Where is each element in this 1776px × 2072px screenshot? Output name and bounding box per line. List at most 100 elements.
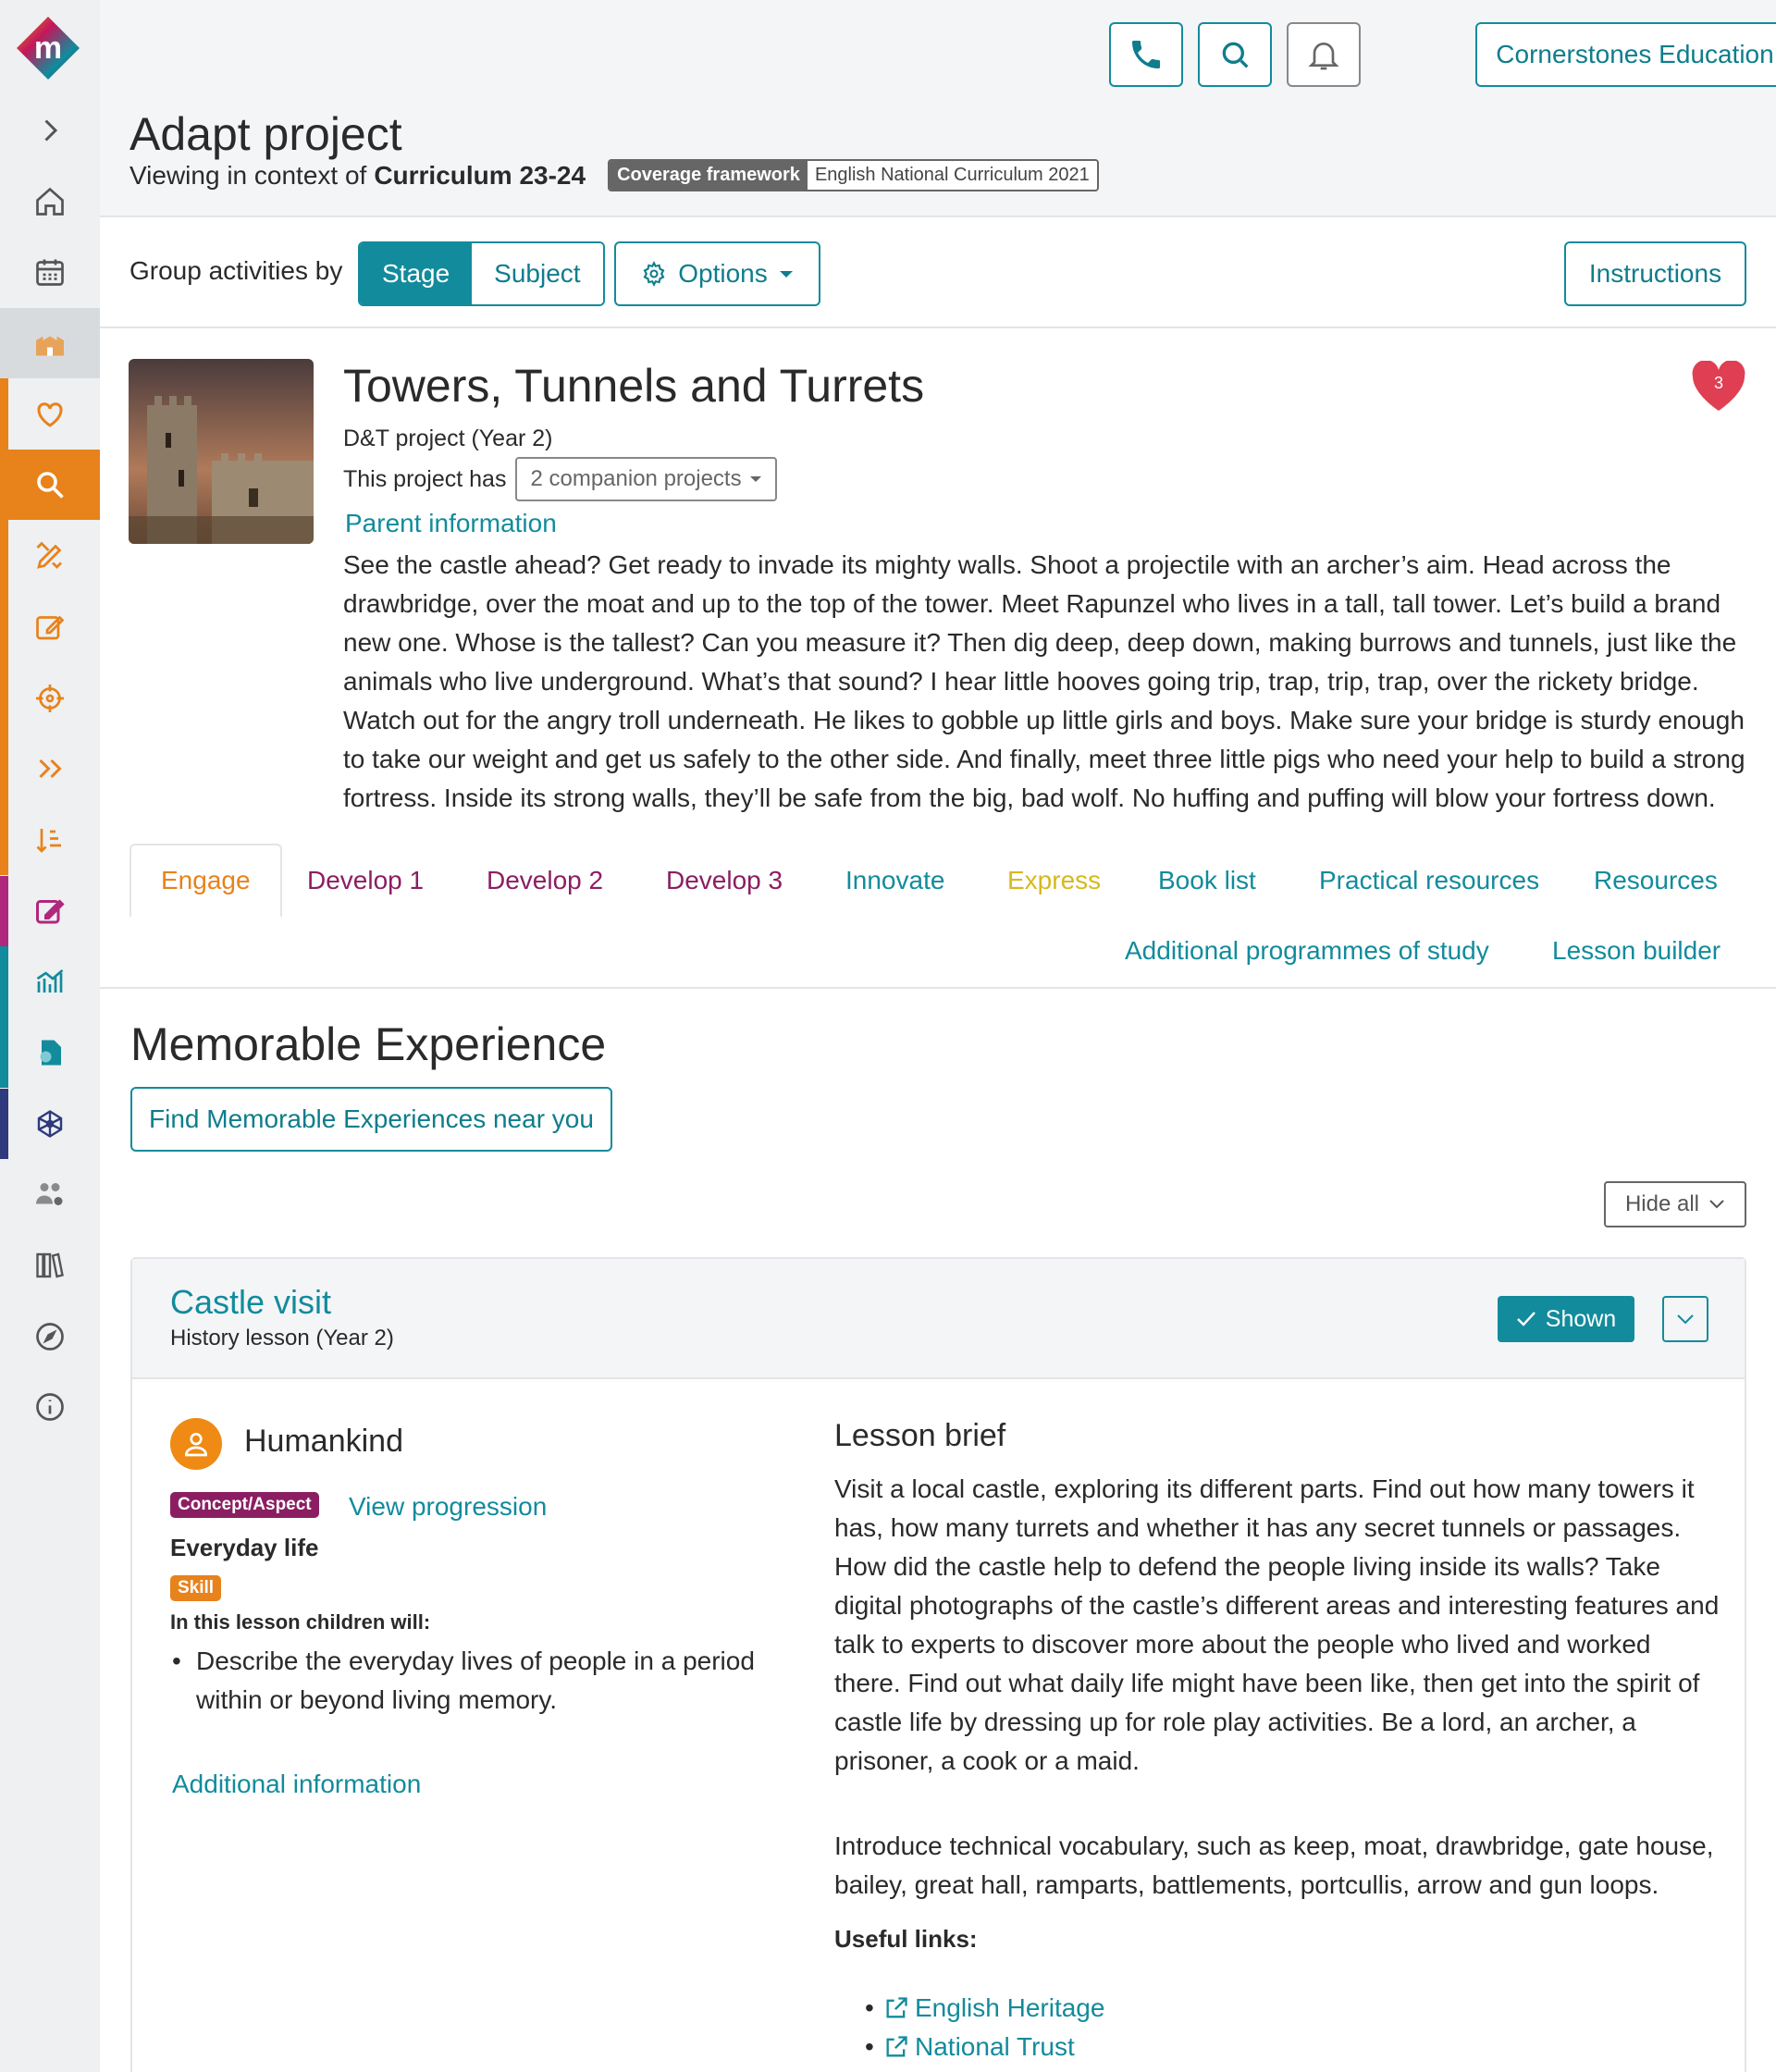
double-chevron-icon[interactable]: [0, 734, 100, 804]
bullet: •: [865, 1993, 874, 2022]
edit-note-icon[interactable]: [0, 876, 100, 946]
target-icon[interactable]: [0, 663, 100, 734]
aspect-name: Everyday life: [170, 1534, 319, 1561]
home-icon[interactable]: [0, 166, 100, 237]
options-button[interactable]: Options: [614, 241, 820, 306]
tab-book-list[interactable]: Book list: [1158, 866, 1256, 895]
section-title: Memorable Experience: [130, 1018, 607, 1070]
caret-down-icon: [779, 271, 793, 278]
chart-icon[interactable]: [0, 946, 100, 1017]
curriculum-context: Viewing in context of Curriculum 23-24 C…: [130, 159, 1099, 191]
gear-icon: [643, 261, 665, 287]
users-settings-icon[interactable]: [0, 1159, 100, 1229]
lesson-card: Castle visit History lesson (Year 2) Sho…: [130, 1257, 1746, 2072]
project-description: See the castle ahead? Get ready to invad…: [343, 550, 1745, 812]
link-label: National Trust: [915, 2032, 1075, 2061]
group-by-toggle: Stage Subject: [358, 241, 605, 306]
tab-practical-resources[interactable]: Practical resources: [1319, 866, 1539, 895]
search-icon: [1222, 42, 1249, 68]
person-icon: [170, 1418, 222, 1470]
calendar-icon[interactable]: [0, 237, 100, 307]
children-will-label: In this lesson children will:: [170, 1610, 431, 1634]
sidebar: m: [0, 0, 100, 2072]
shown-toggle-button[interactable]: Shown: [1498, 1296, 1634, 1342]
companion-projects-dropdown[interactable]: 2 companion projects: [515, 457, 777, 501]
context-prefix: Viewing in context of: [130, 160, 367, 190]
heart-icon[interactable]: [0, 379, 100, 450]
lesson-brief-title: Lesson brief: [834, 1418, 1006, 1453]
instructions-button[interactable]: Instructions: [1564, 241, 1746, 306]
project-title: Towers, Tunnels and Turrets: [343, 360, 925, 412]
library-icon[interactable]: [0, 1230, 100, 1301]
tab-lesson-builder[interactable]: Lesson builder: [1552, 936, 1720, 966]
chevron-down-icon: [1677, 1314, 1694, 1325]
tab-engage[interactable]: Engage: [130, 844, 282, 918]
companion-prefix: This project has: [343, 465, 507, 492]
find-memorable-experiences-button[interactable]: Find Memorable Experiences near you: [130, 1087, 612, 1152]
phone-button[interactable]: [1109, 22, 1183, 87]
organisation-switcher[interactable]: Cornerstones Education: [1475, 22, 1776, 87]
hide-all-button[interactable]: Hide all: [1604, 1181, 1746, 1227]
page-header: Cornerstones Education Adapt project Vie…: [100, 0, 1776, 217]
subject-button[interactable]: Subject: [472, 243, 603, 304]
page-title: Adapt project: [130, 108, 402, 160]
certificate-icon[interactable]: [0, 1018, 100, 1088]
link-label: English Heritage: [915, 1993, 1105, 2022]
favourite-heart-icon[interactable]: 3: [1691, 361, 1746, 413]
tab-develop-1[interactable]: Develop 1: [307, 866, 424, 895]
caret-down-icon: [749, 476, 761, 482]
chevron-down-icon: [1709, 1200, 1724, 1209]
framework-tag: Coverage framework English National Curr…: [608, 159, 1099, 191]
organisation-name[interactable]: Cornerstones Education: [1477, 24, 1776, 85]
concept-name: Humankind: [244, 1424, 403, 1459]
shown-label: Shown: [1545, 1305, 1617, 1332]
info-icon[interactable]: [0, 1372, 100, 1442]
lesson-brief-paragraph-1: Visit a local castle, exploring its diff…: [834, 1474, 1720, 1775]
skill-badge: Skill: [170, 1575, 222, 1601]
project-image: [129, 359, 314, 544]
phone-icon: [1132, 41, 1160, 68]
tab-innovate[interactable]: Innovate: [845, 866, 944, 895]
expand-chevron-icon[interactable]: [0, 95, 100, 166]
options-label: Options: [678, 259, 768, 288]
app-logo[interactable]: m: [15, 15, 81, 81]
sort-icon[interactable]: [0, 805, 100, 875]
tab-develop-2[interactable]: Develop 2: [487, 866, 603, 895]
pencil-ruler-icon[interactable]: [0, 521, 100, 591]
project-subtitle: D&T project (Year 2): [343, 426, 553, 451]
companion-row: This project has 2 companion projects: [343, 457, 777, 501]
school-icon[interactable]: [0, 308, 100, 378]
check-icon: [1516, 1312, 1536, 1326]
notifications-button[interactable]: [1287, 22, 1361, 87]
useful-links-label: Useful links:: [834, 1925, 978, 1953]
view-progression-link[interactable]: View progression: [349, 1492, 547, 1522]
framework-value: English National Curriculum 2021: [807, 161, 1097, 190]
tab-additional-programmes[interactable]: Additional programmes of study: [1125, 936, 1489, 966]
context-value: Curriculum 23-24: [374, 160, 586, 190]
framework-label: Coverage framework: [610, 161, 808, 190]
additional-information-link[interactable]: Additional information: [172, 1770, 421, 1799]
national-trust-link[interactable]: • National Trust: [865, 2032, 1075, 2062]
companion-label: 2 companion projects: [530, 466, 742, 491]
external-link-icon: [886, 1997, 907, 2018]
search-nav-icon[interactable]: [0, 450, 100, 520]
bullet: •: [865, 2032, 874, 2061]
tab-develop-3[interactable]: Develop 3: [666, 866, 783, 895]
lesson-brief-paragraph-2: Introduce technical vocabulary, such as …: [834, 1832, 1714, 1899]
svg-text:m: m: [34, 31, 62, 66]
concept-aspect-badge: Concept/Aspect: [170, 1492, 319, 1518]
compass-icon[interactable]: [0, 1301, 100, 1372]
stage-button[interactable]: Stage: [360, 243, 473, 304]
network-icon[interactable]: [0, 1089, 100, 1159]
parent-information-link[interactable]: Parent information: [345, 509, 557, 538]
lesson-subtitle: History lesson (Year 2): [170, 1326, 394, 1350]
tab-resources[interactable]: Resources: [1594, 866, 1718, 895]
group-by-label: Group activities by: [130, 256, 343, 285]
tab-express[interactable]: Express: [1007, 866, 1101, 895]
lesson-title[interactable]: Castle visit: [170, 1283, 331, 1322]
edit-icon[interactable]: [0, 592, 100, 662]
lesson-card-header: Castle visit History lesson (Year 2) Sho…: [132, 1259, 1745, 1379]
collapse-button[interactable]: [1662, 1296, 1708, 1342]
search-button[interactable]: [1198, 22, 1272, 87]
english-heritage-link[interactable]: • English Heritage: [865, 1993, 1105, 2023]
